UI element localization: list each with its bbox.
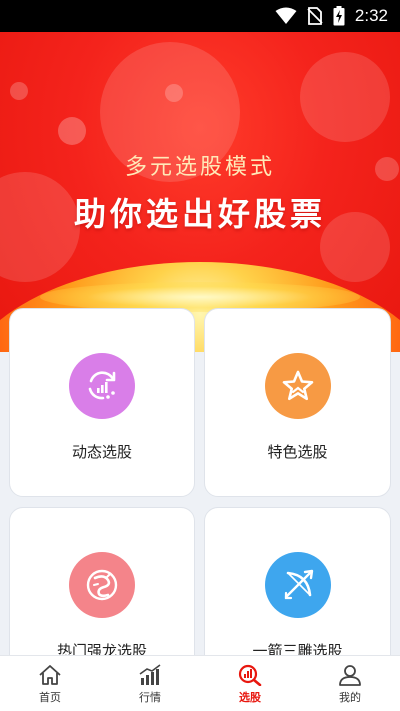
bar-chart-icon: [139, 664, 161, 685]
battery-charging-icon: [333, 6, 345, 26]
user-icon: [339, 665, 361, 686]
dragon-icon: [69, 552, 135, 618]
banner-bokeh: [58, 117, 86, 145]
tab-label: 行情: [139, 691, 161, 704]
tab-profile[interactable]: 我的: [300, 656, 400, 711]
stock-search-icon: [238, 664, 262, 686]
star-icon: [264, 353, 331, 419]
status-bar: 2:32: [0, 0, 400, 32]
promo-banner[interactable]: 多元选股模式 助你选出好股票: [0, 32, 400, 352]
card-label: 动态选股: [71, 443, 132, 461]
wifi-icon: [275, 7, 297, 24]
tab-market[interactable]: 行情: [100, 656, 200, 711]
tab-label: 选股: [239, 691, 261, 704]
status-time: 2:32: [354, 6, 388, 25]
card-featured-selection[interactable]: 特色选股: [204, 308, 391, 497]
home-icon: [39, 665, 61, 685]
no-sim-icon: [307, 7, 323, 25]
banner-title: 助你选出好股票: [73, 195, 326, 233]
tab-stock-selection[interactable]: 选股: [200, 656, 300, 711]
bottom-tab-bar: 首页 行情 选股 我的: [0, 655, 400, 711]
tab-home[interactable]: 首页: [0, 656, 100, 711]
bow-arrow-icon: [264, 552, 331, 618]
card-dynamic-selection[interactable]: 动态选股: [9, 308, 195, 497]
banner-bokeh: [300, 52, 390, 142]
tab-label: 我的: [339, 691, 361, 704]
card-label: 特色选股: [267, 443, 328, 461]
banner-bokeh: [10, 82, 28, 100]
tab-label: 首页: [39, 691, 61, 704]
banner-bokeh: [165, 84, 183, 102]
refresh-chart-icon: [69, 353, 135, 419]
banner-subtitle: 多元选股模式: [124, 155, 275, 180]
